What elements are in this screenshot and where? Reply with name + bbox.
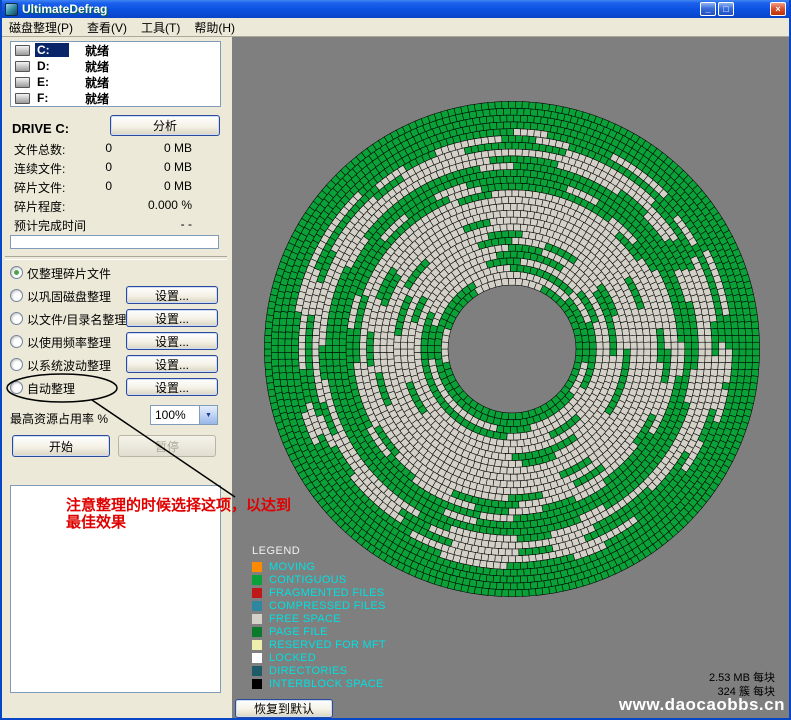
- window-controls: _ □ ×: [698, 2, 786, 16]
- radio-auto[interactable]: [10, 381, 23, 394]
- radio-consolidate[interactable]: [10, 289, 23, 302]
- compressed-swatch: [252, 601, 262, 611]
- moving-swatch: [252, 562, 262, 572]
- resource-usage-select[interactable]: 100% ▼: [150, 405, 218, 425]
- legend-item-moving: MOVING: [252, 560, 386, 573]
- drive-status: 就绪: [85, 74, 109, 91]
- current-drive-label: DRIVE C:: [12, 121, 69, 136]
- control-panel: C: 就绪 D: 就绪 E: 就绪 F: 就绪 DRIVE C: 分析 文件总数…: [2, 37, 232, 718]
- radio-volatility[interactable]: [10, 358, 23, 371]
- legend-item-contiguous: CONTIGUOUS: [252, 573, 386, 586]
- option-frequency: 以使用频率整理 设置...: [2, 332, 232, 352]
- stat-contiguous-files: 连续文件: 0 0 MB: [2, 160, 232, 174]
- watermark: www.daocaobbs.cn: [619, 695, 785, 715]
- settings-button-frequency[interactable]: 设置...: [126, 332, 218, 350]
- legend-title: LEGEND: [252, 545, 386, 557]
- stat-estimated-time: 预计完成时间 - -: [2, 217, 232, 231]
- stat-fragmented-files: 碎片文件: 0 0 MB: [2, 179, 232, 193]
- drive-row-f[interactable]: F: 就绪: [11, 90, 220, 106]
- menu-help[interactable]: 帮助(H): [187, 18, 242, 37]
- radio-frequency[interactable]: [10, 335, 23, 348]
- analyze-button[interactable]: 分析: [110, 115, 220, 136]
- window-title: UltimateDefrag: [22, 2, 107, 16]
- drive-name: E:: [35, 75, 69, 89]
- drive-icon: [15, 45, 30, 56]
- menu-tools[interactable]: 工具(T): [134, 18, 187, 37]
- pause-button: 暂停: [118, 435, 216, 457]
- drive-status: 就绪: [85, 42, 109, 59]
- menu-defrag[interactable]: 磁盘整理(P): [2, 18, 80, 37]
- radio-filename[interactable]: [10, 312, 23, 325]
- minimize-button[interactable]: _: [700, 2, 716, 16]
- settings-button-filename[interactable]: 设置...: [126, 309, 218, 327]
- stat-fragmentation-level: 碎片程度: 0.000 %: [2, 198, 232, 212]
- drive-name: D:: [35, 59, 69, 73]
- settings-button-consolidate[interactable]: 设置...: [126, 286, 218, 304]
- menu-view[interactable]: 查看(V): [80, 18, 134, 37]
- drive-row-e[interactable]: E: 就绪: [11, 74, 220, 90]
- option-auto: 自动整理 设置...: [2, 378, 232, 398]
- drive-list[interactable]: C: 就绪 D: 就绪 E: 就绪 F: 就绪: [10, 41, 221, 107]
- radio-fragmented-only[interactable]: [10, 266, 23, 279]
- stat-total-files: 文件总数: 0 0 MB: [2, 141, 232, 155]
- option-consolidate: 以巩固磁盘整理 设置...: [2, 286, 232, 306]
- legend-item-free-space: FREE SPACE: [252, 612, 386, 625]
- option-filename: 以文件/目录名整理 设置...: [2, 309, 232, 329]
- app-icon: [5, 3, 18, 16]
- contiguous-swatch: [252, 575, 262, 585]
- disk-view-panel: LEGEND MOVING CONTIGUOUS FRAGMENTED FILE…: [232, 37, 789, 718]
- legend-item-compressed: COMPRESSED FILES: [252, 599, 386, 612]
- directories-swatch: [252, 666, 262, 676]
- start-button[interactable]: 开始: [12, 435, 110, 457]
- option-fragmented-only: 仅整理碎片文件: [2, 263, 232, 283]
- locked-swatch: [252, 653, 262, 663]
- legend-item-mft: RESERVED FOR MFT: [252, 638, 386, 651]
- drive-icon: [15, 61, 30, 72]
- legend-item-interblock: INTERBLOCK SPACE: [252, 677, 386, 690]
- restore-default-button[interactable]: 恢复到默认: [235, 699, 333, 718]
- legend-item-fragmented: FRAGMENTED FILES: [252, 586, 386, 599]
- drive-icon: [15, 93, 30, 104]
- settings-button-auto[interactable]: 设置...: [126, 378, 218, 396]
- option-volatility: 以系统波动整理 设置...: [2, 355, 232, 375]
- interblock-swatch: [252, 679, 262, 689]
- drive-status: 就绪: [85, 58, 109, 75]
- legend-item-locked: LOCKED: [252, 651, 386, 664]
- maximize-button[interactable]: □: [718, 2, 734, 16]
- legend-item-directories: DIRECTORIES: [252, 664, 386, 677]
- close-button[interactable]: ×: [770, 2, 786, 16]
- drive-row-d[interactable]: D: 就绪: [11, 58, 220, 74]
- menubar: 磁盘整理(P) 查看(V) 工具(T) 帮助(H): [2, 18, 789, 37]
- mft-swatch: [252, 640, 262, 650]
- separator: [5, 256, 227, 260]
- legend-item-page-file: PAGE FILE: [252, 625, 386, 638]
- drive-row-c[interactable]: C: 就绪: [11, 42, 220, 58]
- settings-button-volatility[interactable]: 设置...: [126, 355, 218, 373]
- page-file-swatch: [252, 627, 262, 637]
- block-size-text: 2.53 MB 每块: [709, 671, 775, 685]
- drive-name: F:: [35, 91, 69, 105]
- drive-name: C:: [35, 43, 69, 57]
- titlebar: UltimateDefrag _ □ ×: [2, 0, 789, 18]
- fragmented-swatch: [252, 588, 262, 598]
- resource-usage-label: 最高资源占用率 %: [10, 410, 108, 427]
- chevron-down-icon[interactable]: ▼: [199, 406, 217, 424]
- annotation-text: 注意整理的时候选择这项，以达到 最佳效果: [66, 497, 291, 531]
- resource-usage-value: 100%: [151, 408, 199, 422]
- drive-status: 就绪: [85, 90, 109, 107]
- legend: LEGEND MOVING CONTIGUOUS FRAGMENTED FILE…: [252, 545, 386, 690]
- free-space-swatch: [252, 614, 262, 624]
- app-window: UltimateDefrag _ □ × 磁盘整理(P) 查看(V) 工具(T)…: [0, 0, 791, 720]
- progress-bar: [10, 235, 219, 249]
- drive-icon: [15, 77, 30, 88]
